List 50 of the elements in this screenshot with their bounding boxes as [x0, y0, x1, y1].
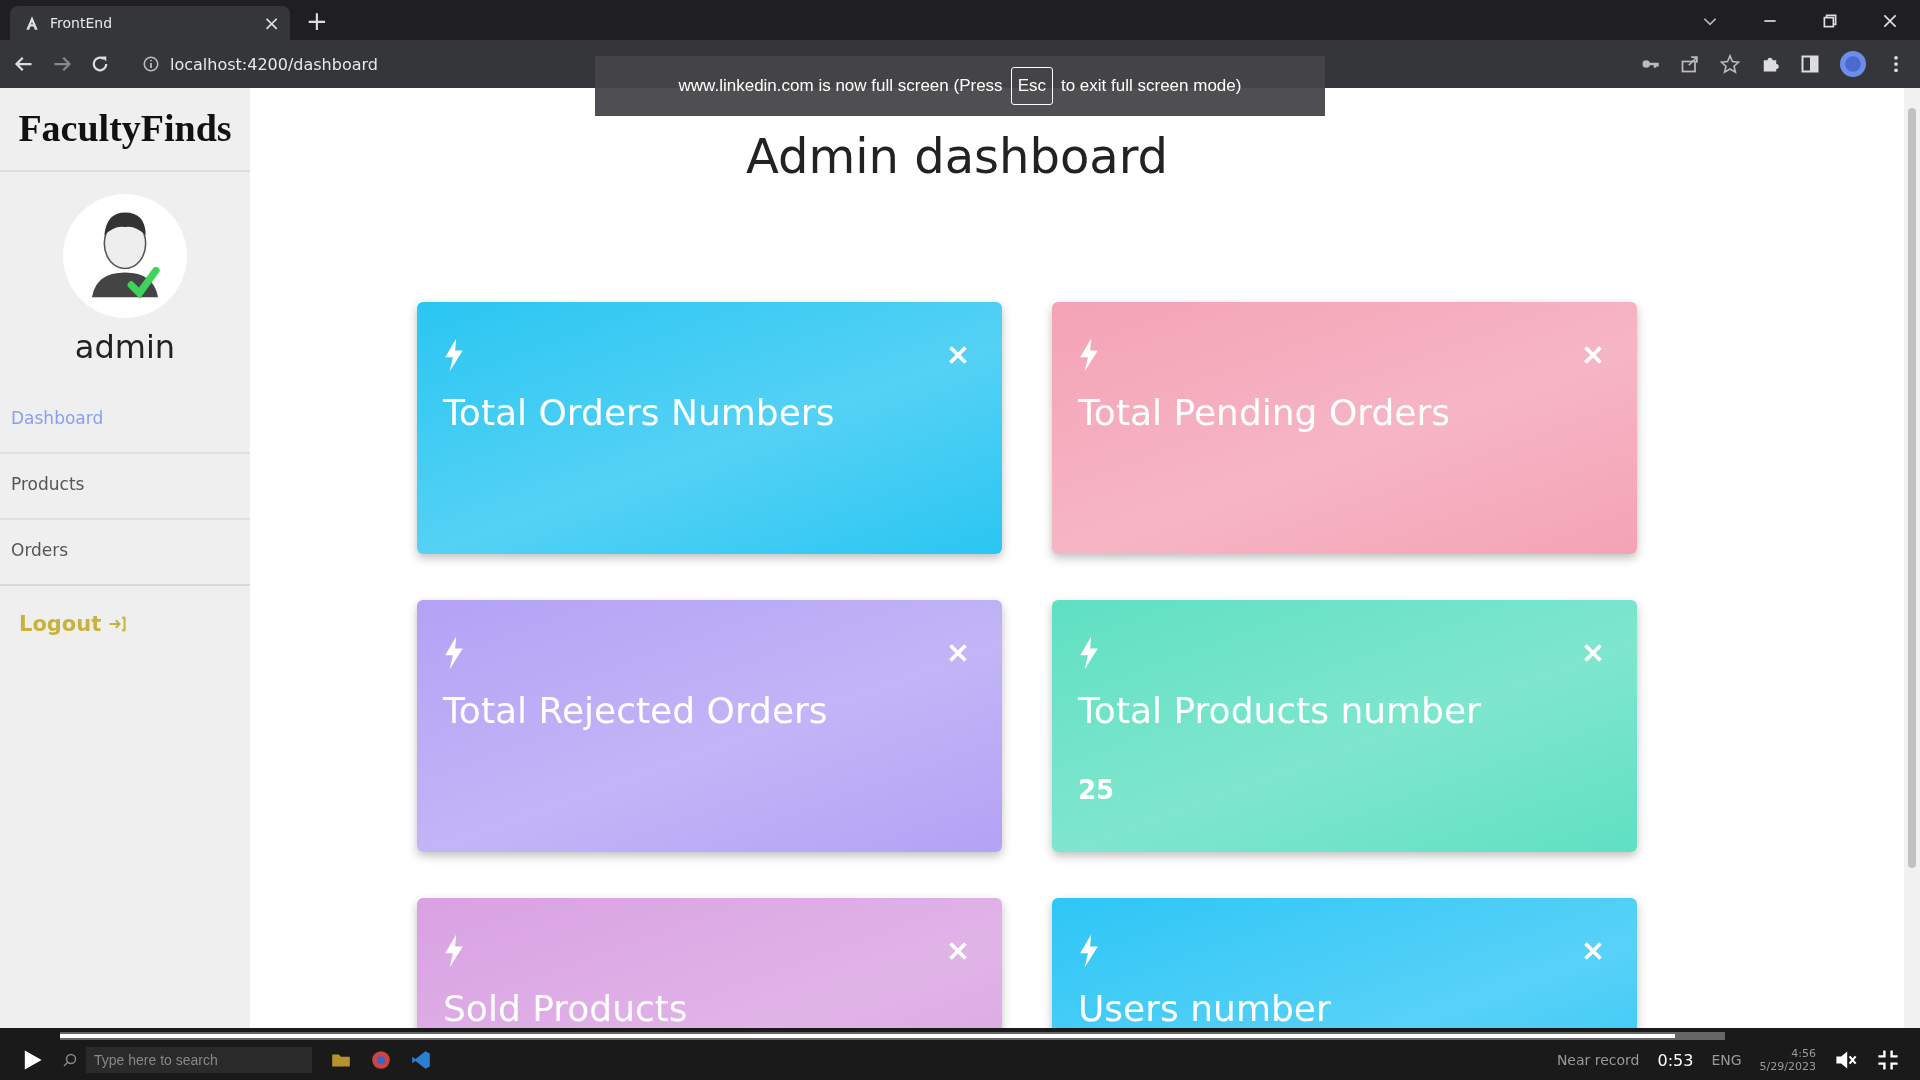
close-tab-button[interactable]: ×: [263, 13, 280, 33]
logout-icon: [107, 614, 128, 634]
restore-icon[interactable]: [1821, 12, 1839, 30]
reload-icon[interactable]: [90, 54, 110, 74]
tab-title: FrontEnd: [50, 15, 113, 31]
nav-link[interactable]: Orders: [0, 520, 250, 586]
sidebar-icon[interactable]: [1800, 54, 1820, 74]
close-icon[interactable]: [1881, 12, 1899, 30]
exit-fullscreen-icon[interactable]: [1876, 1048, 1900, 1072]
card-value: 25: [1078, 775, 1116, 805]
lightning-icon: [443, 636, 465, 670]
nav-link[interactable]: Products: [0, 454, 250, 520]
weather-text: Near record: [1556, 1052, 1640, 1068]
card-title: Total Rejected Orders: [443, 690, 829, 731]
taskbar-search-field[interactable]: Type here to search: [86, 1047, 312, 1073]
card-title: Total Pending Orders: [1078, 392, 1451, 433]
username: admin: [73, 328, 177, 366]
card-title: Total Orders Numbers: [443, 392, 836, 433]
card-title: Users number: [1078, 988, 1332, 1028]
back-icon[interactable]: [14, 54, 34, 74]
star-icon[interactable]: [1720, 54, 1740, 74]
card-title: Total Products number: [1078, 690, 1482, 731]
avatar-icon: [63, 194, 187, 318]
clock-time: 4:56: [1791, 1046, 1816, 1060]
lightning-icon: [443, 934, 465, 968]
logo: FacultyFinds: [0, 88, 250, 172]
browser-icon[interactable]: [370, 1049, 392, 1071]
lightning-icon: [1078, 338, 1100, 372]
forward-icon[interactable]: [52, 54, 72, 74]
lightning-icon: [443, 338, 465, 372]
clock-date: 5/29/2023: [1759, 1060, 1816, 1074]
address-field[interactable]: localhost:4200/dashboard: [170, 54, 378, 74]
code-editor-icon[interactable]: [410, 1049, 432, 1071]
notice-text: www.linkedin.com is now full screen (Press: [678, 76, 1003, 96]
card-title: Sold Products: [443, 988, 689, 1028]
new-tab-button[interactable]: +: [306, 8, 328, 34]
lightning-icon: [1078, 636, 1100, 670]
video-time: 0:53: [1657, 1050, 1694, 1070]
page-title: Admin dashboard: [745, 128, 1169, 184]
notice-text: to exit full screen mode): [1060, 76, 1242, 96]
language-indicator[interactable]: ENG: [1711, 1052, 1742, 1068]
progress-track[interactable]: [60, 1032, 1725, 1040]
profile-avatar-icon[interactable]: [1840, 51, 1866, 77]
lightning-icon: [1078, 934, 1100, 968]
info-icon[interactable]: [142, 55, 160, 73]
scrollbar[interactable]: [1904, 88, 1920, 1028]
search-icon: [62, 1052, 78, 1068]
browser-tab[interactable]: FrontEnd ×: [10, 6, 290, 40]
esc-key: Esc: [1010, 67, 1053, 105]
share-icon[interactable]: [1680, 54, 1700, 74]
